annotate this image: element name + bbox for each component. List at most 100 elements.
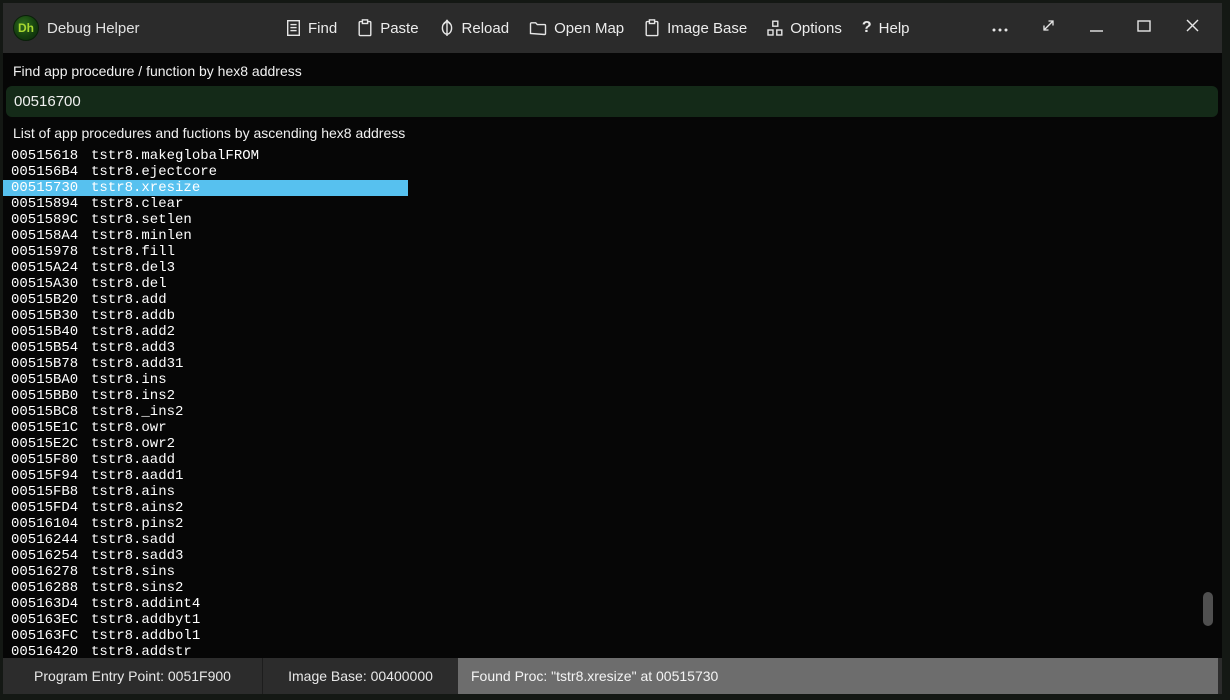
- list-item[interactable]: 005163D4tstr8.addint4: [3, 596, 1208, 612]
- item-address: 00515F94: [11, 468, 91, 484]
- list-label: List of app procedures and fuctions by a…: [3, 119, 1222, 147]
- find-label: Find: [308, 20, 337, 37]
- list-item[interactable]: 00515BC8tstr8._ins2: [3, 404, 1208, 420]
- item-name: tstr8.clear: [91, 196, 183, 212]
- item-name: tstr8.del3: [91, 260, 175, 276]
- list-item[interactable]: 00515978tstr8.fill: [3, 244, 1208, 260]
- item-address: 00515978: [11, 244, 91, 260]
- list-item[interactable]: 00515B20tstr8.add: [3, 292, 1208, 308]
- list-item[interactable]: 00515F94tstr8.aadd1: [3, 468, 1208, 484]
- reload-button[interactable]: Reload: [439, 19, 510, 37]
- item-address: 00516244: [11, 532, 91, 548]
- list-item[interactable]: 00516278tstr8.sins: [3, 564, 1208, 580]
- list-item[interactable]: 0051589Ctstr8.setlen: [3, 212, 1208, 228]
- item-name: tstr8.sins2: [91, 580, 183, 596]
- item-name: tstr8.addbyt1: [91, 612, 200, 628]
- item-name: tstr8.ains2: [91, 500, 183, 516]
- item-name: tstr8.pins2: [91, 516, 183, 532]
- help-button[interactable]: ? Help: [862, 20, 910, 37]
- list-item[interactable]: 00515B40tstr8.add2: [3, 324, 1208, 340]
- list-item[interactable]: 005163ECtstr8.addbyt1: [3, 612, 1208, 628]
- list-item[interactable]: 00515894tstr8.clear: [3, 196, 1208, 212]
- item-address: 00515B20: [11, 292, 91, 308]
- maximize-button[interactable]: [1120, 3, 1168, 53]
- more-button[interactable]: [976, 3, 1024, 53]
- item-address: 00515FD4: [11, 500, 91, 516]
- close-icon: [1186, 19, 1199, 37]
- list-item[interactable]: 00515B54tstr8.add3: [3, 340, 1208, 356]
- maximize-icon: [1137, 19, 1151, 37]
- item-address: 00515E1C: [11, 420, 91, 436]
- list-item[interactable]: 00516104tstr8.pins2: [3, 516, 1208, 532]
- list-item[interactable]: 00516254tstr8.sadd3: [3, 548, 1208, 564]
- item-address: 00515BB0: [11, 388, 91, 404]
- open-map-label: Open Map: [554, 20, 624, 37]
- paste-clipboard-icon: [357, 19, 373, 37]
- help-label: Help: [879, 20, 910, 37]
- list-item[interactable]: 005156B4tstr8.ejectcore: [3, 164, 1208, 180]
- list-item[interactable]: 00515FD4tstr8.ains2: [3, 500, 1208, 516]
- paste-button[interactable]: Paste: [357, 19, 418, 37]
- minimize-button[interactable]: [1072, 3, 1120, 53]
- item-address: 00515730: [11, 180, 91, 196]
- list-item[interactable]: 00515A30tstr8.del: [3, 276, 1208, 292]
- list-item[interactable]: 00515FB8tstr8.ains: [3, 484, 1208, 500]
- item-address: 00515FB8: [11, 484, 91, 500]
- list-item[interactable]: 00515BA0tstr8.ins: [3, 372, 1208, 388]
- item-name: tstr8.aadd1: [91, 468, 183, 484]
- item-address: 00515E2C: [11, 436, 91, 452]
- item-address: 0051589C: [11, 212, 91, 228]
- list-item[interactable]: 00515E1Ctstr8.owr: [3, 420, 1208, 436]
- item-name: tstr8.ins2: [91, 388, 175, 404]
- item-name: tstr8.aadd: [91, 452, 175, 468]
- item-address: 00515894: [11, 196, 91, 212]
- find-button[interactable]: Find: [286, 19, 337, 37]
- item-name: tstr8._ins2: [91, 404, 183, 420]
- item-address: 00516288: [11, 580, 91, 596]
- list-item[interactable]: 00515E2Ctstr8.owr2: [3, 436, 1208, 452]
- item-address: 005163D4: [11, 596, 91, 612]
- paste-label: Paste: [380, 20, 418, 37]
- list-item[interactable]: 00515F80tstr8.aadd: [3, 452, 1208, 468]
- list-item[interactable]: 005158A4tstr8.minlen: [3, 228, 1208, 244]
- expand-button[interactable]: [1024, 3, 1072, 53]
- list-item[interactable]: 00515730tstr8.xresize: [3, 180, 408, 196]
- statusbar: Program Entry Point: 0051F900 Image Base…: [3, 658, 1222, 694]
- list-item[interactable]: 00515A24tstr8.del3: [3, 260, 1208, 276]
- item-address: 005156B4: [11, 164, 91, 180]
- hex-address-input[interactable]: [6, 86, 1218, 117]
- item-name: tstr8.ins: [91, 372, 167, 388]
- open-map-button[interactable]: Open Map: [529, 20, 624, 37]
- options-button[interactable]: Options: [767, 20, 842, 37]
- list-item[interactable]: 00516244tstr8.sadd: [3, 532, 1208, 548]
- close-button[interactable]: [1168, 3, 1216, 53]
- image-base-status: Image Base: 00400000: [263, 658, 458, 694]
- item-address: 00515F80: [11, 452, 91, 468]
- item-name: tstr8.setlen: [91, 212, 192, 228]
- item-name: tstr8.xresize: [91, 180, 200, 196]
- item-name: tstr8.add31: [91, 356, 183, 372]
- item-address: 00516278: [11, 564, 91, 580]
- options-label: Options: [790, 20, 842, 37]
- list-item[interactable]: 00516288tstr8.sins2: [3, 580, 1208, 596]
- item-address: 005163EC: [11, 612, 91, 628]
- item-address: 00515B40: [11, 324, 91, 340]
- image-base-button[interactable]: Image Base: [644, 19, 747, 37]
- clipboard-icon: [644, 19, 660, 37]
- titlebar: Dh Debug Helper Find: [3, 3, 1222, 53]
- scrollbar-thumb[interactable]: [1203, 592, 1213, 626]
- item-name: tstr8.addbol1: [91, 628, 200, 644]
- list-item[interactable]: 005163FCtstr8.addbol1: [3, 628, 1208, 644]
- item-name: tstr8.add2: [91, 324, 175, 340]
- list-item[interactable]: 00515618tstr8.makeglobalFROM: [3, 148, 1208, 164]
- app-logo-text: Dh: [18, 21, 34, 35]
- list-item[interactable]: 00515B78tstr8.add31: [3, 356, 1208, 372]
- item-name: tstr8.owr: [91, 420, 167, 436]
- list-item[interactable]: 00515BB0tstr8.ins2: [3, 388, 1208, 404]
- item-address: 00515618: [11, 148, 91, 164]
- item-address: 005163FC: [11, 628, 91, 644]
- toolbar: Find Paste: [286, 3, 910, 53]
- item-name: tstr8.owr2: [91, 436, 175, 452]
- list-item[interactable]: 00515B30tstr8.addb: [3, 308, 1208, 324]
- search-label: Find app procedure / function by hex8 ad…: [3, 57, 1222, 85]
